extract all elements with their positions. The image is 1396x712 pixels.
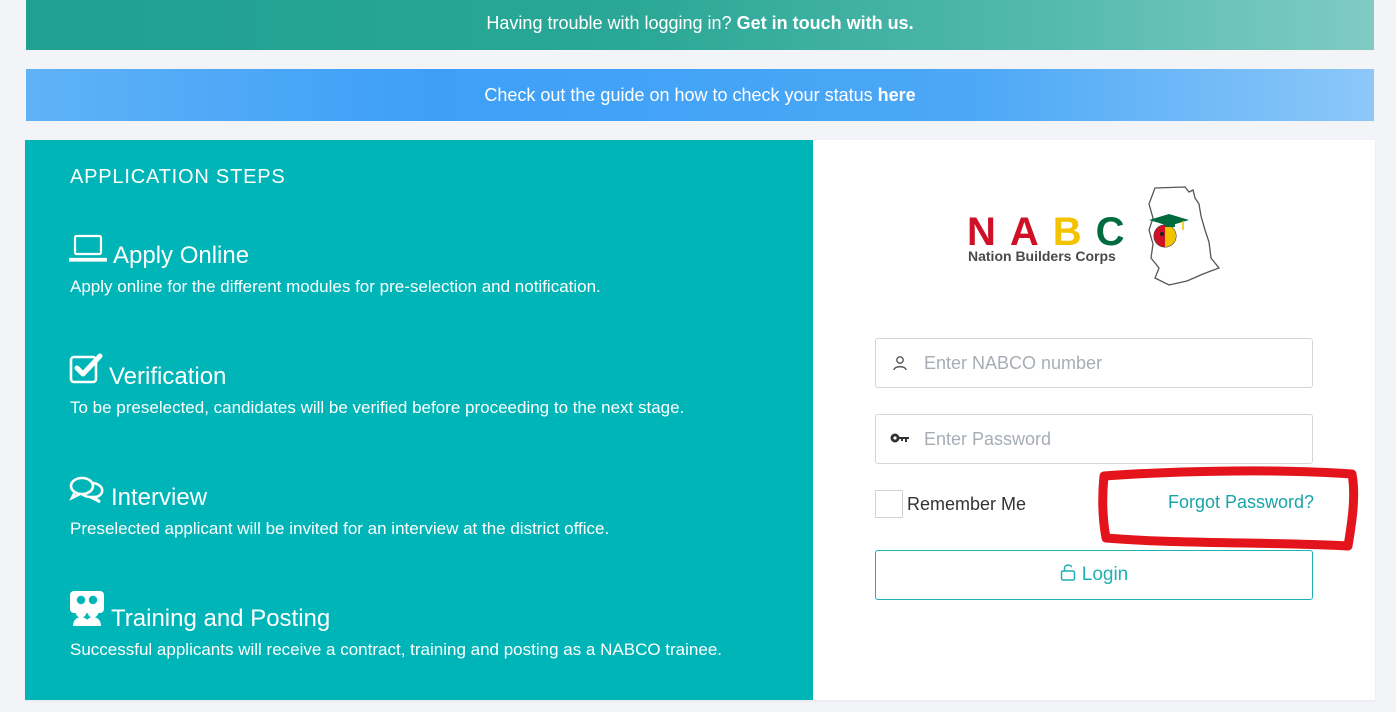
ghana-map-icon: [1148, 186, 1221, 286]
checkbox-icon: [69, 352, 109, 391]
contact-us-link[interactable]: Get in touch with us.: [737, 13, 914, 33]
application-steps-panel: APPLICATION STEPS Apply Online Apply onl…: [25, 140, 813, 700]
step-title: Apply Online: [113, 242, 250, 269]
remember-me-label: Remember Me: [907, 493, 1027, 514]
step-interview: Interview Preselected applicant will be …: [69, 475, 809, 539]
steps-heading: APPLICATION STEPS: [70, 166, 286, 188]
laptop-icon: [68, 233, 113, 270]
step-description: Apply online for the different modules f…: [70, 277, 601, 296]
nabco-number-field[interactable]: [875, 338, 1313, 388]
login-panel: NABC Nation Builders Corps Enter NABCO n…: [813, 140, 1375, 700]
key-icon: [876, 432, 924, 446]
password-input[interactable]: [924, 428, 1294, 450]
step-description: To be preselected, candidates will be ve…: [70, 398, 685, 417]
step-training-posting: Training and Posting Successful applican…: [69, 591, 809, 660]
logo-subtitle: Nation Builders Corps: [968, 248, 1116, 264]
remember-me-checkbox[interactable]: [875, 490, 903, 518]
remember-me[interactable]: Remember Me: [875, 490, 1026, 518]
guide-link[interactable]: here: [878, 85, 916, 105]
chat-bubbles-icon: [69, 475, 111, 512]
step-verification: Verification To be preselected, candidat…: [69, 353, 809, 418]
people-icon: [69, 590, 111, 633]
unlock-icon: [1060, 563, 1082, 587]
step-title: Interview: [111, 484, 208, 511]
guide-banner: Check out the guide on how to check your…: [26, 69, 1374, 121]
password-field[interactable]: [875, 414, 1313, 464]
guide-banner-text: Check out the guide on how to check your…: [484, 85, 878, 105]
step-title: Training and Posting: [111, 605, 331, 632]
login-label: Login: [1081, 564, 1129, 585]
step-description: Successful applicants will receive a con…: [70, 640, 722, 659]
user-icon: [876, 355, 924, 371]
step-title: Verification: [109, 363, 227, 390]
login-card: APPLICATION STEPS Apply Online Apply onl…: [25, 140, 1375, 700]
trouble-banner-text: Having trouble with logging in?: [486, 13, 737, 33]
forgot-password-link[interactable]: Forgot Password?: [1168, 492, 1314, 513]
step-apply-online: Apply Online Apply online for the differ…: [68, 233, 809, 297]
login-button[interactable]: Login: [875, 550, 1313, 600]
step-description: Preselected applicant will be invited fo…: [70, 519, 610, 538]
nabco-number-input[interactable]: [924, 352, 1294, 374]
nabco-logo: NABC Nation Builders Corps: [963, 180, 1223, 290]
trouble-banner: Having trouble with logging in? Get in t…: [26, 0, 1374, 50]
